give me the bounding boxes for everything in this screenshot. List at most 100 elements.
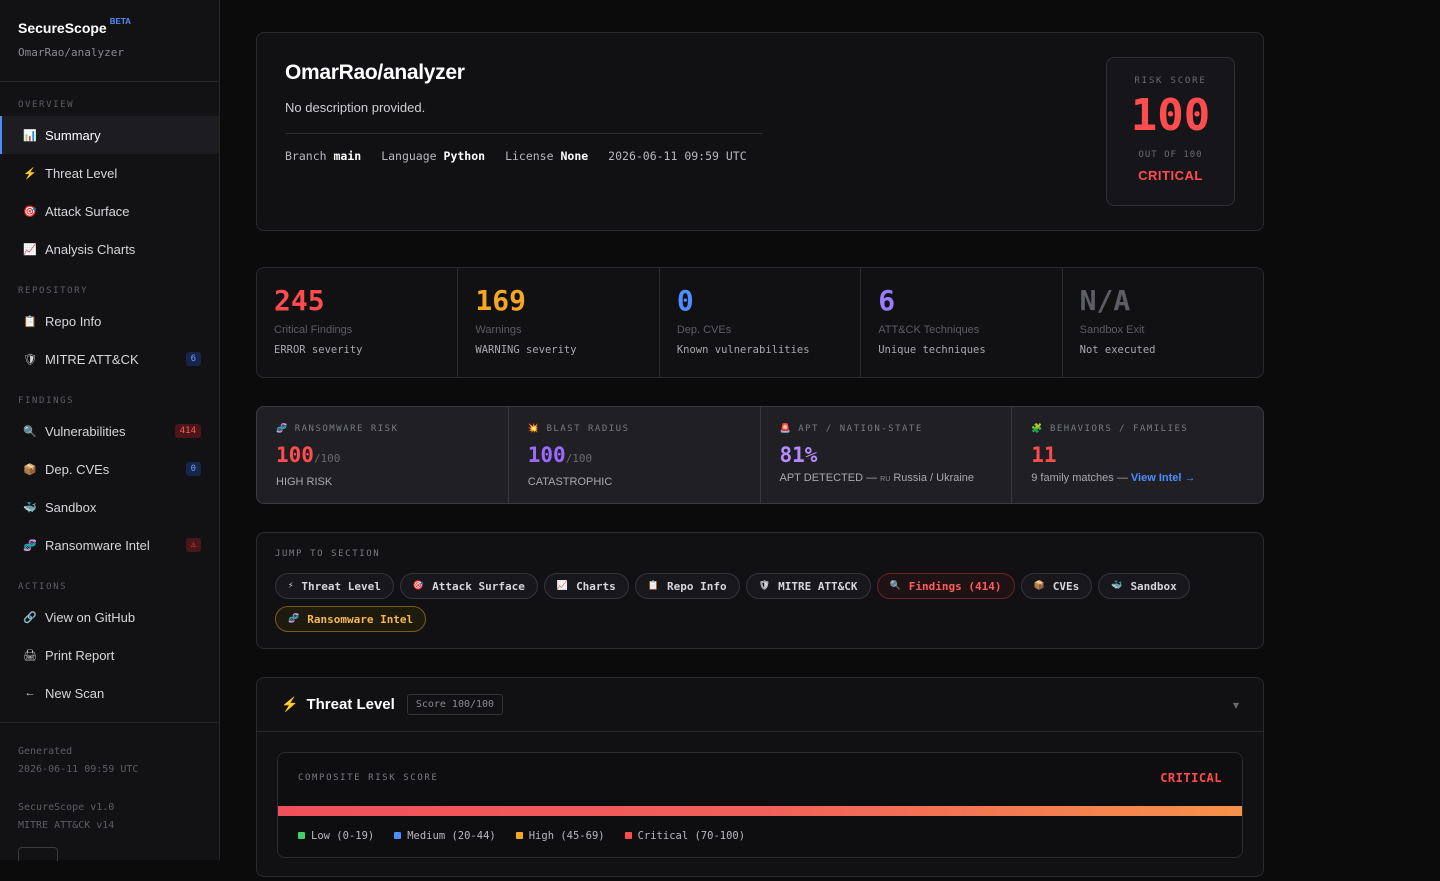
mitre-version: MITRE ATT&CK v14 — [18, 820, 115, 831]
target-icon: 🎯 — [23, 205, 37, 218]
risk-score-value: 100 — [1130, 90, 1211, 141]
brand-name[interactable]: SecureScope — [18, 20, 107, 36]
divider — [285, 133, 763, 134]
sidebar-item-label: Vulnerabilities — [45, 423, 126, 439]
repo-meta: Branch main Language Python License None… — [285, 149, 747, 163]
threat-label-text: BLAST RADIUS — [546, 424, 630, 434]
whale-icon: 🐳 — [23, 501, 37, 514]
sidebar-item-ransomware-intel[interactable]: 🧬 Ransomware Intel ⚠ — [0, 526, 219, 564]
sidebar-item-label: Dep. CVEs — [45, 461, 110, 477]
license-meta: License None — [505, 149, 589, 163]
jump-pill-label: CVEs — [1052, 579, 1080, 593]
stat-value: 0 — [676, 284, 694, 317]
sidebar-item-view-on-github[interactable]: 🔗 View on GitHub — [0, 598, 219, 636]
threat-blast-radius: 💥 BLAST RADIUS 100/100 CATASTROPHIC — [509, 407, 761, 503]
shield-icon: 🛡 — [23, 353, 37, 366]
threat-ransomware-risk: 🧬 RANSOMWARE RISK 100/100 HIGH RISK — [257, 407, 509, 503]
threat-note: CATASTROPHIC — [528, 476, 741, 488]
legend-item: High (45-69) — [515, 830, 605, 842]
jump-pill-label: Threat Level — [301, 579, 381, 593]
lightning-icon: ⚡ — [23, 167, 37, 180]
stat-subtitle: Known vulnerabilities — [676, 344, 810, 356]
nav-section-title: FINDINGS — [18, 396, 75, 406]
jump-repo-info[interactable]: 📋 Repo Info — [634, 573, 740, 599]
sidebar-item-dep-cves[interactable]: 📦 Dep. CVEs 0 — [0, 450, 219, 488]
legend-item: Low (0-19) — [298, 830, 374, 842]
threat-level-header[interactable]: ⚡ Threat Level Score 100/100 ▾ — [257, 678, 1263, 732]
footer-toggle[interactable] — [18, 847, 58, 861]
sidebar-item-threat-level[interactable]: ⚡ Threat Level — [0, 154, 219, 192]
sidebar-item-print-report[interactable]: 🖨 Print Report — [0, 636, 219, 674]
sidebar-item-new-scan[interactable]: ← New Scan — [0, 674, 219, 712]
link-icon: 🔗 — [23, 611, 37, 624]
clipboard-icon: 📋 — [23, 315, 37, 328]
sidebar-item-label: Print Report — [45, 647, 115, 663]
jump-attack-surface[interactable]: 🎯 Attack Surface — [399, 573, 538, 599]
sidebar-footer: Generated 2026-06-11 09:59 UTC SecureSco… — [0, 722, 219, 881]
branch-value: main — [333, 149, 362, 163]
dna-icon: 🧬 — [276, 424, 289, 434]
jump-charts[interactable]: 📈 Charts — [543, 573, 629, 599]
chevron-down-icon[interactable]: ▾ — [1233, 698, 1239, 712]
jump-threat-level[interactable]: ⚡ Threat Level — [275, 573, 394, 599]
stat-value: 169 — [475, 284, 526, 317]
stat-label: Dep. CVEs — [676, 324, 732, 336]
threat-label-text: APT / NATION-STATE — [798, 424, 923, 434]
sidebar-item-repo-info[interactable]: 📋 Repo Info — [0, 302, 219, 340]
jump-to-section-card: JUMP TO SECTION ⚡ Threat Level 🎯 Attack Sur… — [256, 532, 1264, 649]
risk-score-label: RISK SCORE — [1134, 76, 1207, 86]
risk-level: CRITICAL — [1138, 168, 1203, 183]
composite-risk-card: COMPOSITE RISK SCORE CRITICAL Low (0-19)… — [277, 752, 1243, 858]
stat-subtitle: Unique techniques — [878, 344, 986, 356]
sidebar-item-label: Threat Level — [45, 165, 118, 181]
legend-swatch — [394, 832, 402, 839]
bar-chart-icon: 📊 — [23, 129, 37, 142]
threat-summary-row: 🧬 RANSOMWARE RISK 100/100 HIGH RISK 💥 BLAST R… — [256, 406, 1264, 504]
sidebar-item-label: Ransomware Intel — [45, 537, 150, 553]
threat-behaviors-families: 🧩 BEHAVIORS / FAMILIES 11 9 family matches … — [1012, 407, 1263, 503]
count-badge: ⚠ — [185, 538, 201, 552]
brand-repo: OmarRao/analyzer — [18, 46, 124, 59]
magnifier-icon: 🔍 — [23, 425, 37, 438]
sidebar-nav: OVERVIEW 📊 Summary ⚡ Threat Level 🎯 Attack Sur… — [0, 100, 219, 712]
threat-label-text: RANSOMWARE RISK — [294, 424, 399, 434]
threat-note-text: HIGH RISK — [276, 476, 333, 488]
threat-value-max: /100 — [565, 452, 593, 465]
jump-mitre-att-ck[interactable]: 🛡 MITRE ATT&CK — [745, 573, 871, 599]
sidebar-item-attack-surface[interactable]: 🎯 Attack Surface — [0, 192, 219, 230]
generated-label: Generated — [18, 746, 73, 757]
risk-bar — [278, 806, 1242, 816]
package-icon: 📦 — [23, 463, 37, 476]
arrow-left-icon: ← — [24, 687, 36, 699]
sidebar-item-analysis-charts[interactable]: 📈 Analysis Charts — [0, 230, 219, 268]
threat-label-text: BEHAVIORS / FAMILIES — [1049, 424, 1189, 434]
jump-sandbox[interactable]: 🐳 Sandbox — [1098, 573, 1190, 599]
jump-pill-label: Repo Info — [667, 579, 727, 593]
sidebar-item-mitre-att-ck[interactable]: 🛡 MITRE ATT&CK 6 — [0, 340, 219, 378]
target-icon: 🎯 — [412, 581, 425, 591]
stat-value: 245 — [274, 284, 325, 317]
dna-icon: 🧬 — [23, 539, 37, 552]
risk-score-max: OUT OF 100 — [1138, 150, 1203, 160]
stat-critical-findings: 245 Critical Findings ERROR severity — [257, 268, 459, 377]
jump-cves[interactable]: 📦 CVEs — [1020, 573, 1093, 599]
view-intel-link[interactable]: View Intel → — [1131, 472, 1196, 484]
stat-label: Sandbox Exit — [1079, 324, 1145, 336]
beta-badge: BETA — [109, 17, 131, 26]
jump-findings-414[interactable]: 🔍 Findings (414) — [876, 573, 1015, 599]
line-chart-icon: 📈 — [556, 581, 569, 591]
threat-value-max: /100 — [313, 452, 341, 465]
threat-label: 🚨 APT / NATION-STATE — [780, 424, 993, 434]
sidebar-item-sandbox[interactable]: 🐳 Sandbox — [0, 488, 219, 526]
page-title: OmarRao/analyzer — [285, 61, 465, 84]
legend-label: Critical (70-100) — [637, 830, 746, 842]
threat-value: 81% — [780, 442, 993, 468]
threat-value: 11 — [1031, 442, 1244, 468]
jump-title: JUMP TO SECTION — [275, 549, 381, 559]
jump-pill-label: MITRE ATT&CK — [778, 579, 858, 593]
jump-ransomware-intel[interactable]: 🧬 Ransomware Intel — [275, 606, 427, 632]
sidebar-item-vulnerabilities[interactable]: 🔍 Vulnerabilities 414 — [0, 412, 219, 450]
whale-icon: 🐳 — [1111, 581, 1123, 591]
sidebar-item-summary[interactable]: 📊 Summary — [0, 116, 219, 154]
jump-pill-label: Charts — [576, 579, 616, 593]
